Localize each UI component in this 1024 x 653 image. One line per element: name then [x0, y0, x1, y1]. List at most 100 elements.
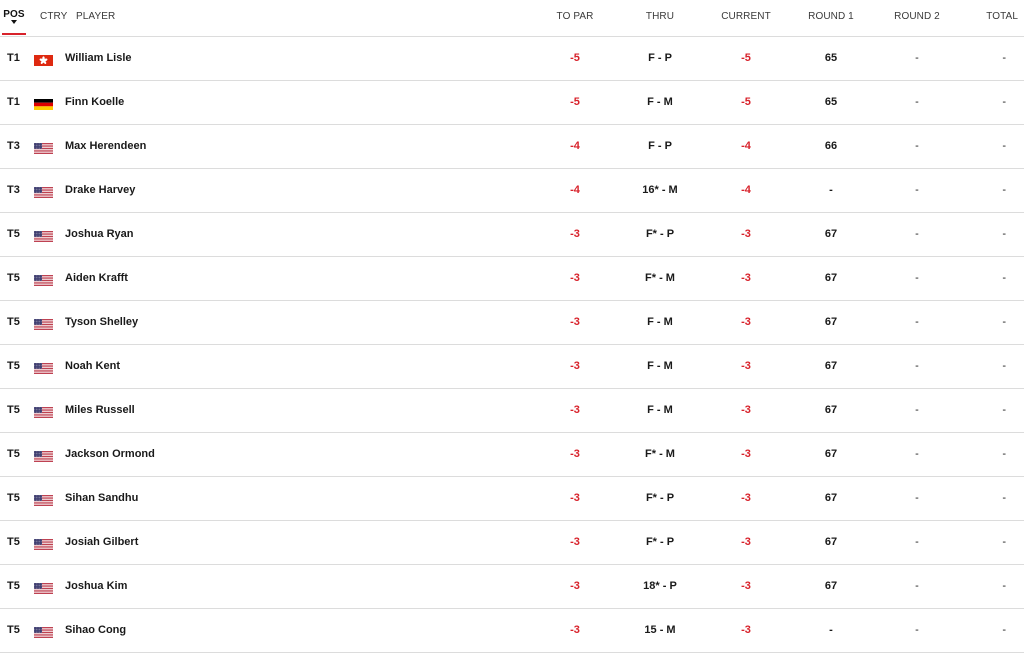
position-cell: T5	[7, 492, 20, 504]
table-row[interactable]: T5 Tyson Shelley -3 F - M -3 67 - -	[0, 301, 1024, 345]
table-row[interactable]: T5 Miles Russell -3 F - M -3 67 - -	[0, 389, 1024, 433]
player-name-link[interactable]: Joshua Kim	[65, 565, 127, 608]
thru-cell: F* - M	[645, 448, 675, 460]
round1-cell: 65	[824, 52, 838, 64]
position-cell: T3	[7, 140, 20, 152]
usa-flag-icon	[34, 185, 53, 198]
thru-cell: 16* - M	[642, 184, 678, 196]
round1-cell: 67	[824, 360, 838, 372]
round2-cell: -	[915, 360, 919, 372]
table-row[interactable]: T1 Finn Koelle -5 F - M -5 65 - -	[0, 81, 1024, 125]
to-par-cell: -3	[570, 580, 580, 592]
thru-cell: F* - P	[645, 492, 675, 504]
usa-flag-icon	[34, 493, 53, 506]
table-row[interactable]: T5 Noah Kent -3 F - M -3 67 - -	[0, 345, 1024, 389]
round1-cell: 67	[824, 316, 838, 328]
to-par-cell: -3	[570, 492, 580, 504]
table-row[interactable]: T5 Joshua Kim -3 18* - P -3 67 - -	[0, 565, 1024, 609]
total-header[interactable]: TOTAL	[980, 0, 1024, 36]
thru-cell: F - P	[648, 52, 672, 64]
round2-cell: -	[915, 536, 919, 548]
player-name-link[interactable]: Sihao Cong	[65, 609, 126, 652]
to-par-cell: -4	[570, 140, 580, 152]
current-cell: -4	[741, 140, 751, 152]
round2-header[interactable]: ROUND 2	[887, 0, 947, 36]
round1-cell: 65	[824, 96, 838, 108]
thru-cell: F - M	[647, 360, 673, 372]
player-name-link[interactable]: Drake Harvey	[65, 169, 135, 212]
to-par-cell: -3	[570, 316, 580, 328]
player-name-link[interactable]: Aiden Krafft	[65, 257, 128, 300]
to-par-cell: -5	[570, 52, 580, 64]
position-cell: T1	[7, 52, 20, 64]
player-header[interactable]: PLAYER	[76, 0, 115, 36]
current-cell: -3	[741, 404, 751, 416]
usa-flag-icon	[34, 581, 53, 594]
thru-header[interactable]: THRU	[630, 0, 690, 36]
player-name-link[interactable]: Finn Koelle	[65, 81, 124, 124]
to-par-cell: -3	[570, 404, 580, 416]
usa-flag-icon	[34, 141, 53, 154]
usa-flag-icon	[34, 537, 53, 550]
round2-cell: -	[915, 52, 919, 64]
round1-cell: 67	[824, 492, 838, 504]
total-cell: -	[1002, 228, 1006, 240]
ctry-header[interactable]: CTRY	[40, 0, 67, 36]
thru-cell: 18* - P	[643, 580, 677, 592]
total-cell: -	[1002, 316, 1006, 328]
round2-cell: -	[915, 448, 919, 460]
player-name-link[interactable]: Tyson Shelley	[65, 301, 138, 344]
sort-down-icon	[11, 20, 17, 24]
total-cell: -	[1002, 52, 1006, 64]
total-cell: -	[1002, 272, 1006, 284]
to-par-header[interactable]: TO PAR	[545, 0, 605, 36]
player-name-link[interactable]: Joshua Ryan	[65, 213, 133, 256]
round1-header[interactable]: ROUND 1	[801, 0, 861, 36]
player-name-link[interactable]: Jackson Ormond	[65, 433, 155, 476]
current-cell: -5	[741, 52, 751, 64]
thru-cell: F* - P	[645, 536, 675, 548]
usa-flag-icon	[34, 625, 53, 638]
thru-cell: F - M	[647, 404, 673, 416]
to-par-cell: -3	[570, 624, 580, 636]
player-name-link[interactable]: Josiah Gilbert	[65, 521, 138, 564]
round2-cell: -	[915, 404, 919, 416]
table-row[interactable]: T5 Joshua Ryan -3 F* - P -3 67 - -	[0, 213, 1024, 257]
to-par-cell: -3	[570, 228, 580, 240]
player-name-link[interactable]: Max Herendeen	[65, 125, 146, 168]
current-cell: -3	[741, 448, 751, 460]
round2-cell: -	[915, 228, 919, 240]
player-name-link[interactable]: Miles Russell	[65, 389, 135, 432]
table-row[interactable]: T3 Drake Harvey -4 16* - M -4 - - -	[0, 169, 1024, 213]
sort-pos-header[interactable]: POS	[2, 0, 26, 35]
round1-cell: -	[829, 184, 833, 196]
total-cell: -	[1002, 96, 1006, 108]
table-row[interactable]: T5 Sihao Cong -3 15 - M -3 - - -	[0, 609, 1024, 653]
table-row[interactable]: T5 Aiden Krafft -3 F* - M -3 67 - -	[0, 257, 1024, 301]
current-cell: -3	[741, 228, 751, 240]
position-cell: T5	[7, 316, 20, 328]
table-header: POS CTRY PLAYER TO PAR THRU CURRENT ROUN…	[0, 0, 1024, 37]
player-name-link[interactable]: Sihan Sandhu	[65, 477, 138, 520]
current-header[interactable]: CURRENT	[716, 0, 776, 36]
table-row[interactable]: T5 Josiah Gilbert -3 F* - P -3 67 - -	[0, 521, 1024, 565]
current-cell: -3	[741, 492, 751, 504]
total-cell: -	[1002, 624, 1006, 636]
table-row[interactable]: T3 Max Herendeen -4 F - P -4 66 - -	[0, 125, 1024, 169]
player-name-link[interactable]: William Lisle	[65, 37, 132, 80]
thru-cell: F* - P	[645, 228, 675, 240]
hong-kong-flag-icon	[34, 53, 53, 66]
current-cell: -3	[741, 624, 751, 636]
table-row[interactable]: T1 William Lisle -5 F - P -5 65 - -	[0, 37, 1024, 81]
table-row[interactable]: T5 Sihan Sandhu -3 F* - P -3 67 - -	[0, 477, 1024, 521]
table-row[interactable]: T5 Jackson Ormond -3 F* - M -3 67 - -	[0, 433, 1024, 477]
thru-cell: F* - M	[645, 272, 675, 284]
total-cell: -	[1002, 448, 1006, 460]
round2-cell: -	[915, 624, 919, 636]
thru-cell: F - M	[647, 96, 673, 108]
round1-cell: -	[829, 624, 833, 636]
round1-cell: 67	[824, 272, 838, 284]
player-name-link[interactable]: Noah Kent	[65, 345, 120, 388]
current-cell: -3	[741, 360, 751, 372]
position-cell: T5	[7, 536, 20, 548]
